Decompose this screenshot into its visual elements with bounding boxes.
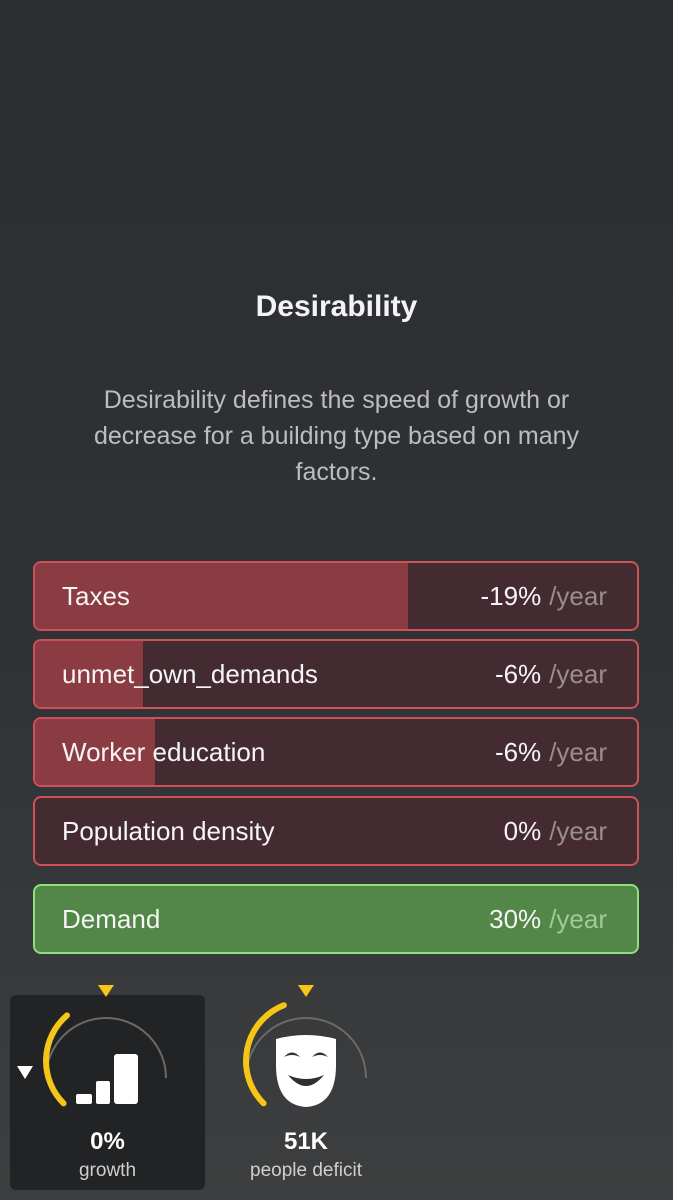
demand-row: Demand 30%/year	[33, 884, 639, 954]
demand-name: Demand	[62, 904, 161, 934]
factor-name: unmet_own_demands	[62, 659, 318, 689]
theater-mask-icon	[276, 1035, 336, 1107]
people-label: people deficit	[250, 1160, 362, 1181]
desirability-title: Desirability	[255, 290, 418, 323]
expand-arrow-icon[interactable]	[17, 1066, 33, 1079]
growth-label: growth	[78, 1160, 137, 1181]
factor-name: Taxes	[62, 581, 130, 611]
factor-row-population-density: Population density 0%/year	[33, 796, 639, 866]
desirability-description: Desirability defines the speed of growth…	[93, 386, 580, 486]
growth-gauge	[43, 985, 167, 1107]
factor-value: 0%/year	[503, 816, 607, 846]
factor-row-worker-education: Worker education -6%/year	[33, 717, 639, 787]
factor-name: Worker education	[62, 737, 266, 767]
factor-row-taxes: Taxes -19%/year	[33, 561, 639, 631]
bar-chart-icon	[76, 1054, 138, 1104]
people-value: 51K	[283, 1128, 329, 1155]
growth-value: 0%	[90, 1128, 125, 1155]
factor-name: Population density	[62, 816, 275, 846]
gauge-track	[45, 1017, 167, 1079]
gauge-marker-icon	[98, 985, 114, 997]
gauge-marker-icon	[298, 985, 314, 997]
demand-value: 30%/year	[489, 904, 607, 934]
factor-value: -6%/year	[494, 737, 607, 767]
factor-row-unmet-own-demands: unmet_own_demands -6%/year	[33, 639, 639, 709]
people-gauge[interactable]	[240, 985, 372, 1110]
factor-value: -19%/year	[480, 581, 607, 611]
factor-value: -6%/year	[494, 659, 607, 689]
